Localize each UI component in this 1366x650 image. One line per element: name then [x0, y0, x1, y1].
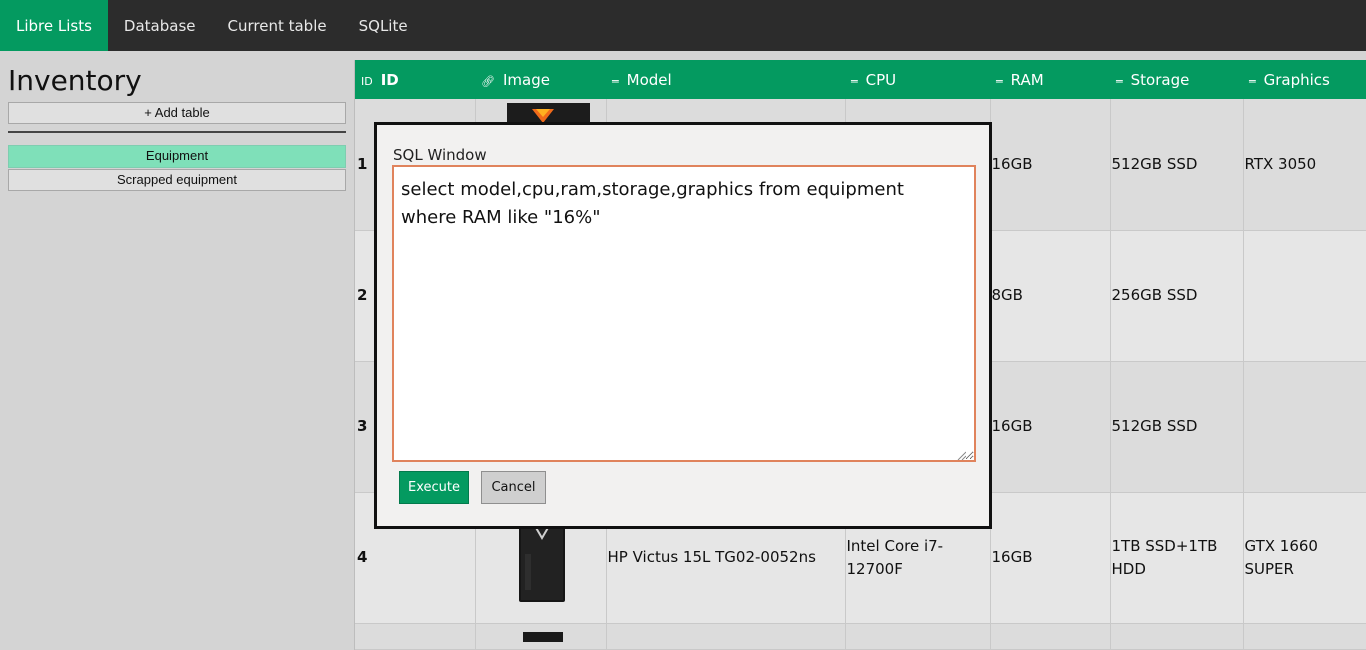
sidebar-divider — [8, 131, 346, 133]
sidebar: Inventory + Add table Equipment Scrapped… — [0, 51, 354, 650]
link-icon: 🔗︎ — [481, 74, 495, 88]
cell-cpu[interactable] — [845, 623, 991, 650]
nav-sqlite[interactable]: SQLite — [343, 0, 424, 51]
cell-ram[interactable]: 8GB — [990, 230, 1111, 362]
col-header-cpu[interactable]: ═ CPU — [845, 60, 990, 99]
top-nav: Libre Lists Database Current table SQLit… — [0, 0, 1366, 51]
sidebar-table-equipment[interactable]: Equipment — [8, 145, 346, 168]
text-icon: ═ — [612, 74, 619, 88]
col-header-ram[interactable]: ═ RAM — [990, 60, 1110, 99]
cell-ram[interactable]: 16GB — [990, 99, 1111, 231]
col-header-storage[interactable]: ═ Storage — [1110, 60, 1243, 99]
cell-image[interactable] — [475, 623, 607, 650]
col-header-id[interactable]: ID ID — [355, 60, 475, 99]
cell-model[interactable] — [606, 623, 846, 650]
database-title: Inventory — [8, 64, 142, 97]
cell-ram[interactable]: 16GB — [990, 492, 1111, 624]
table-header: ID ID 🔗︎ Image ═ Model ═ CPU ═ RAM ═ Storage ═… — [355, 60, 1366, 99]
text-icon: ═ — [996, 74, 1003, 88]
cell-graphics[interactable] — [1243, 230, 1366, 362]
cell-storage[interactable]: 512GB SSD — [1110, 99, 1244, 231]
sql-window-dialog: SQL Window select model,cpu,ram,storage,… — [374, 122, 992, 529]
cell-storage[interactable]: 256GB SSD — [1110, 230, 1244, 362]
cell-ram[interactable] — [990, 623, 1111, 650]
sidebar-table-scrapped-equipment[interactable]: Scrapped equipment — [8, 169, 346, 191]
nav-database[interactable]: Database — [108, 0, 212, 51]
pc-tower-image — [511, 624, 571, 649]
cancel-button[interactable]: Cancel — [481, 471, 546, 504]
cell-graphics[interactable]: RTX 3050 — [1243, 99, 1366, 231]
text-icon: ═ — [1116, 74, 1123, 88]
nav-current-table[interactable]: Current table — [212, 0, 343, 51]
id-icon: ID — [361, 74, 373, 88]
cell-ram[interactable]: 16GB — [990, 361, 1111, 493]
cell-graphics[interactable] — [1243, 361, 1366, 493]
text-icon: ═ — [1249, 74, 1256, 88]
col-header-graphics[interactable]: ═ Graphics — [1243, 60, 1366, 99]
cell-id[interactable] — [355, 623, 476, 650]
cell-graphics[interactable] — [1243, 623, 1366, 650]
sql-query-textarea[interactable]: select model,cpu,ram,storage,graphics fr… — [392, 165, 976, 462]
col-header-model[interactable]: ═ Model — [606, 60, 845, 99]
col-header-image[interactable]: 🔗︎ Image — [475, 60, 606, 99]
text-icon: ═ — [851, 74, 858, 88]
execute-button[interactable]: Execute — [399, 471, 469, 504]
nav-libre-lists[interactable]: Libre Lists — [0, 0, 108, 51]
resize-grip-icon[interactable] — [956, 450, 966, 460]
cell-storage[interactable] — [1110, 623, 1244, 650]
table-row[interactable] — [355, 623, 1366, 650]
cell-storage[interactable]: 512GB SSD — [1110, 361, 1244, 493]
cell-graphics[interactable]: GTX 1660 SUPER — [1243, 492, 1366, 624]
cell-storage[interactable]: 1TB SSD+1TB HDD — [1110, 492, 1244, 624]
add-table-button[interactable]: + Add table — [8, 102, 346, 124]
sql-window-label: SQL Window — [393, 146, 487, 164]
